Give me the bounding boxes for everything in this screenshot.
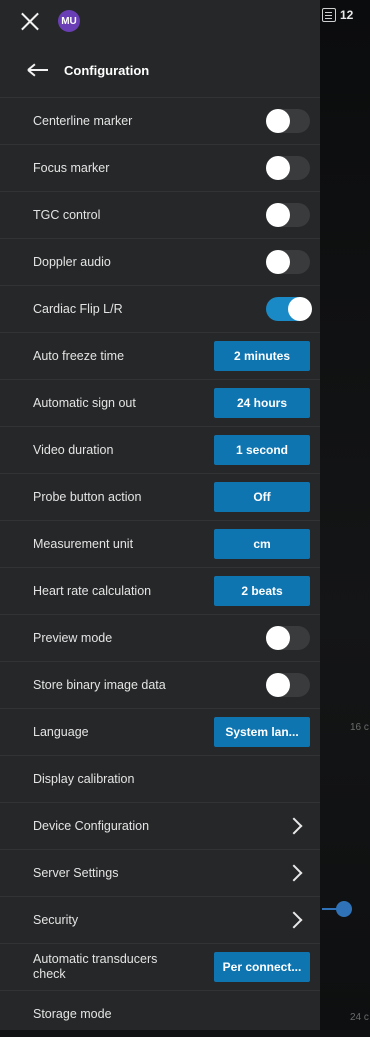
settings-row: Automatic sign out 24 hours (0, 379, 320, 426)
setting-label: Display calibration (33, 771, 135, 786)
close-icon[interactable] (20, 11, 40, 31)
settings-row[interactable]: Device Configuration (0, 802, 320, 849)
settings-row: Centerline marker (0, 97, 320, 144)
setting-label: Automatic sign out (33, 395, 136, 410)
setting-label: Automatic transducers check (33, 952, 158, 981)
image-counter: 12 (340, 8, 354, 22)
setting-label: Language (33, 724, 89, 739)
setting-label: Measurement unit (33, 536, 134, 551)
configuration-panel: MU Configuration Centerline marker Focus … (0, 0, 320, 1030)
toggle-knob (266, 109, 290, 133)
setting-value-button[interactable]: cm (214, 529, 310, 559)
settings-row: Measurement unit cm (0, 520, 320, 567)
settings-row: Focus marker (0, 144, 320, 191)
setting-label: Auto freeze time (33, 348, 125, 363)
setting-label: Heart rate calculation (33, 583, 152, 598)
chevron-right-icon (285, 911, 303, 929)
toggle-knob (266, 203, 290, 227)
setting-label: Focus marker (33, 160, 110, 175)
settings-row: Language System lan... (0, 708, 320, 755)
settings-row: Auto freeze time 2 minutes (0, 332, 320, 379)
calendar-icon (322, 8, 336, 22)
back-arrow-icon[interactable] (27, 63, 48, 77)
settings-row: TGC control (0, 191, 320, 238)
depth-label: 24 c (350, 1012, 369, 1023)
setting-label: Cardiac Flip L/R (33, 301, 123, 316)
focus-handle[interactable] (336, 901, 352, 917)
setting-value-button[interactable]: 1 second (214, 435, 310, 465)
setting-toggle[interactable] (266, 673, 310, 697)
setting-value-button[interactable]: 2 beats (214, 576, 310, 606)
setting-label: Centerline marker (33, 113, 133, 128)
setting-toggle[interactable] (266, 297, 312, 321)
toggle-knob (266, 156, 290, 180)
page-header: Configuration (0, 42, 320, 98)
settings-row: Preview mode (0, 614, 320, 661)
setting-label: Storage mode (33, 1006, 112, 1021)
toggle-knob (266, 673, 290, 697)
setting-value-button[interactable]: 24 hours (214, 388, 310, 418)
setting-toggle[interactable] (266, 156, 310, 180)
setting-value-button[interactable]: 2 minutes (214, 341, 310, 371)
settings-row[interactable]: Server Settings (0, 849, 320, 896)
setting-toggle[interactable] (266, 203, 310, 227)
settings-row: Doppler audio (0, 238, 320, 285)
image-top-info: 12 (322, 8, 353, 22)
settings-row[interactable]: Security (0, 896, 320, 943)
setting-value-button[interactable]: Off (214, 482, 310, 512)
toggle-knob (266, 250, 290, 274)
top-bar: MU (0, 0, 320, 42)
setting-label: Store binary image data (33, 677, 166, 692)
setting-label: Server Settings (33, 865, 119, 880)
settings-row: Video duration 1 second (0, 426, 320, 473)
setting-label: Preview mode (33, 630, 113, 645)
setting-toggle[interactable] (266, 250, 310, 274)
settings-row: Automatic transducers check Per connect..… (0, 943, 320, 990)
setting-value-button[interactable]: System lan... (214, 717, 310, 747)
settings-row[interactable]: Display calibration (0, 755, 320, 802)
settings-row: Cardiac Flip L/R (0, 285, 320, 332)
chevron-right-icon (285, 817, 303, 835)
settings-list: Centerline marker Focus marker TGC control… (0, 97, 320, 1037)
setting-label: TGC control (33, 207, 101, 222)
avatar[interactable]: MU (58, 10, 80, 32)
setting-toggle[interactable] (266, 626, 310, 650)
page-title: Configuration (64, 62, 150, 78)
toggle-knob (288, 297, 312, 321)
depth-label: 16 c (350, 722, 369, 733)
setting-label: Device Configuration (33, 818, 150, 833)
setting-value-button[interactable]: Per connect... (214, 952, 310, 982)
setting-label: Security (33, 912, 79, 927)
toggle-knob (266, 626, 290, 650)
setting-toggle[interactable] (266, 109, 310, 133)
chevron-right-icon (285, 864, 303, 882)
setting-label: Video duration (33, 442, 114, 457)
setting-label: Doppler audio (33, 254, 111, 269)
settings-row: Store binary image data (0, 661, 320, 708)
settings-row: Probe button action Off (0, 473, 320, 520)
setting-label: Probe button action (33, 489, 142, 504)
settings-row: Heart rate calculation 2 beats (0, 567, 320, 614)
ultrasound-image-area (320, 0, 370, 1030)
